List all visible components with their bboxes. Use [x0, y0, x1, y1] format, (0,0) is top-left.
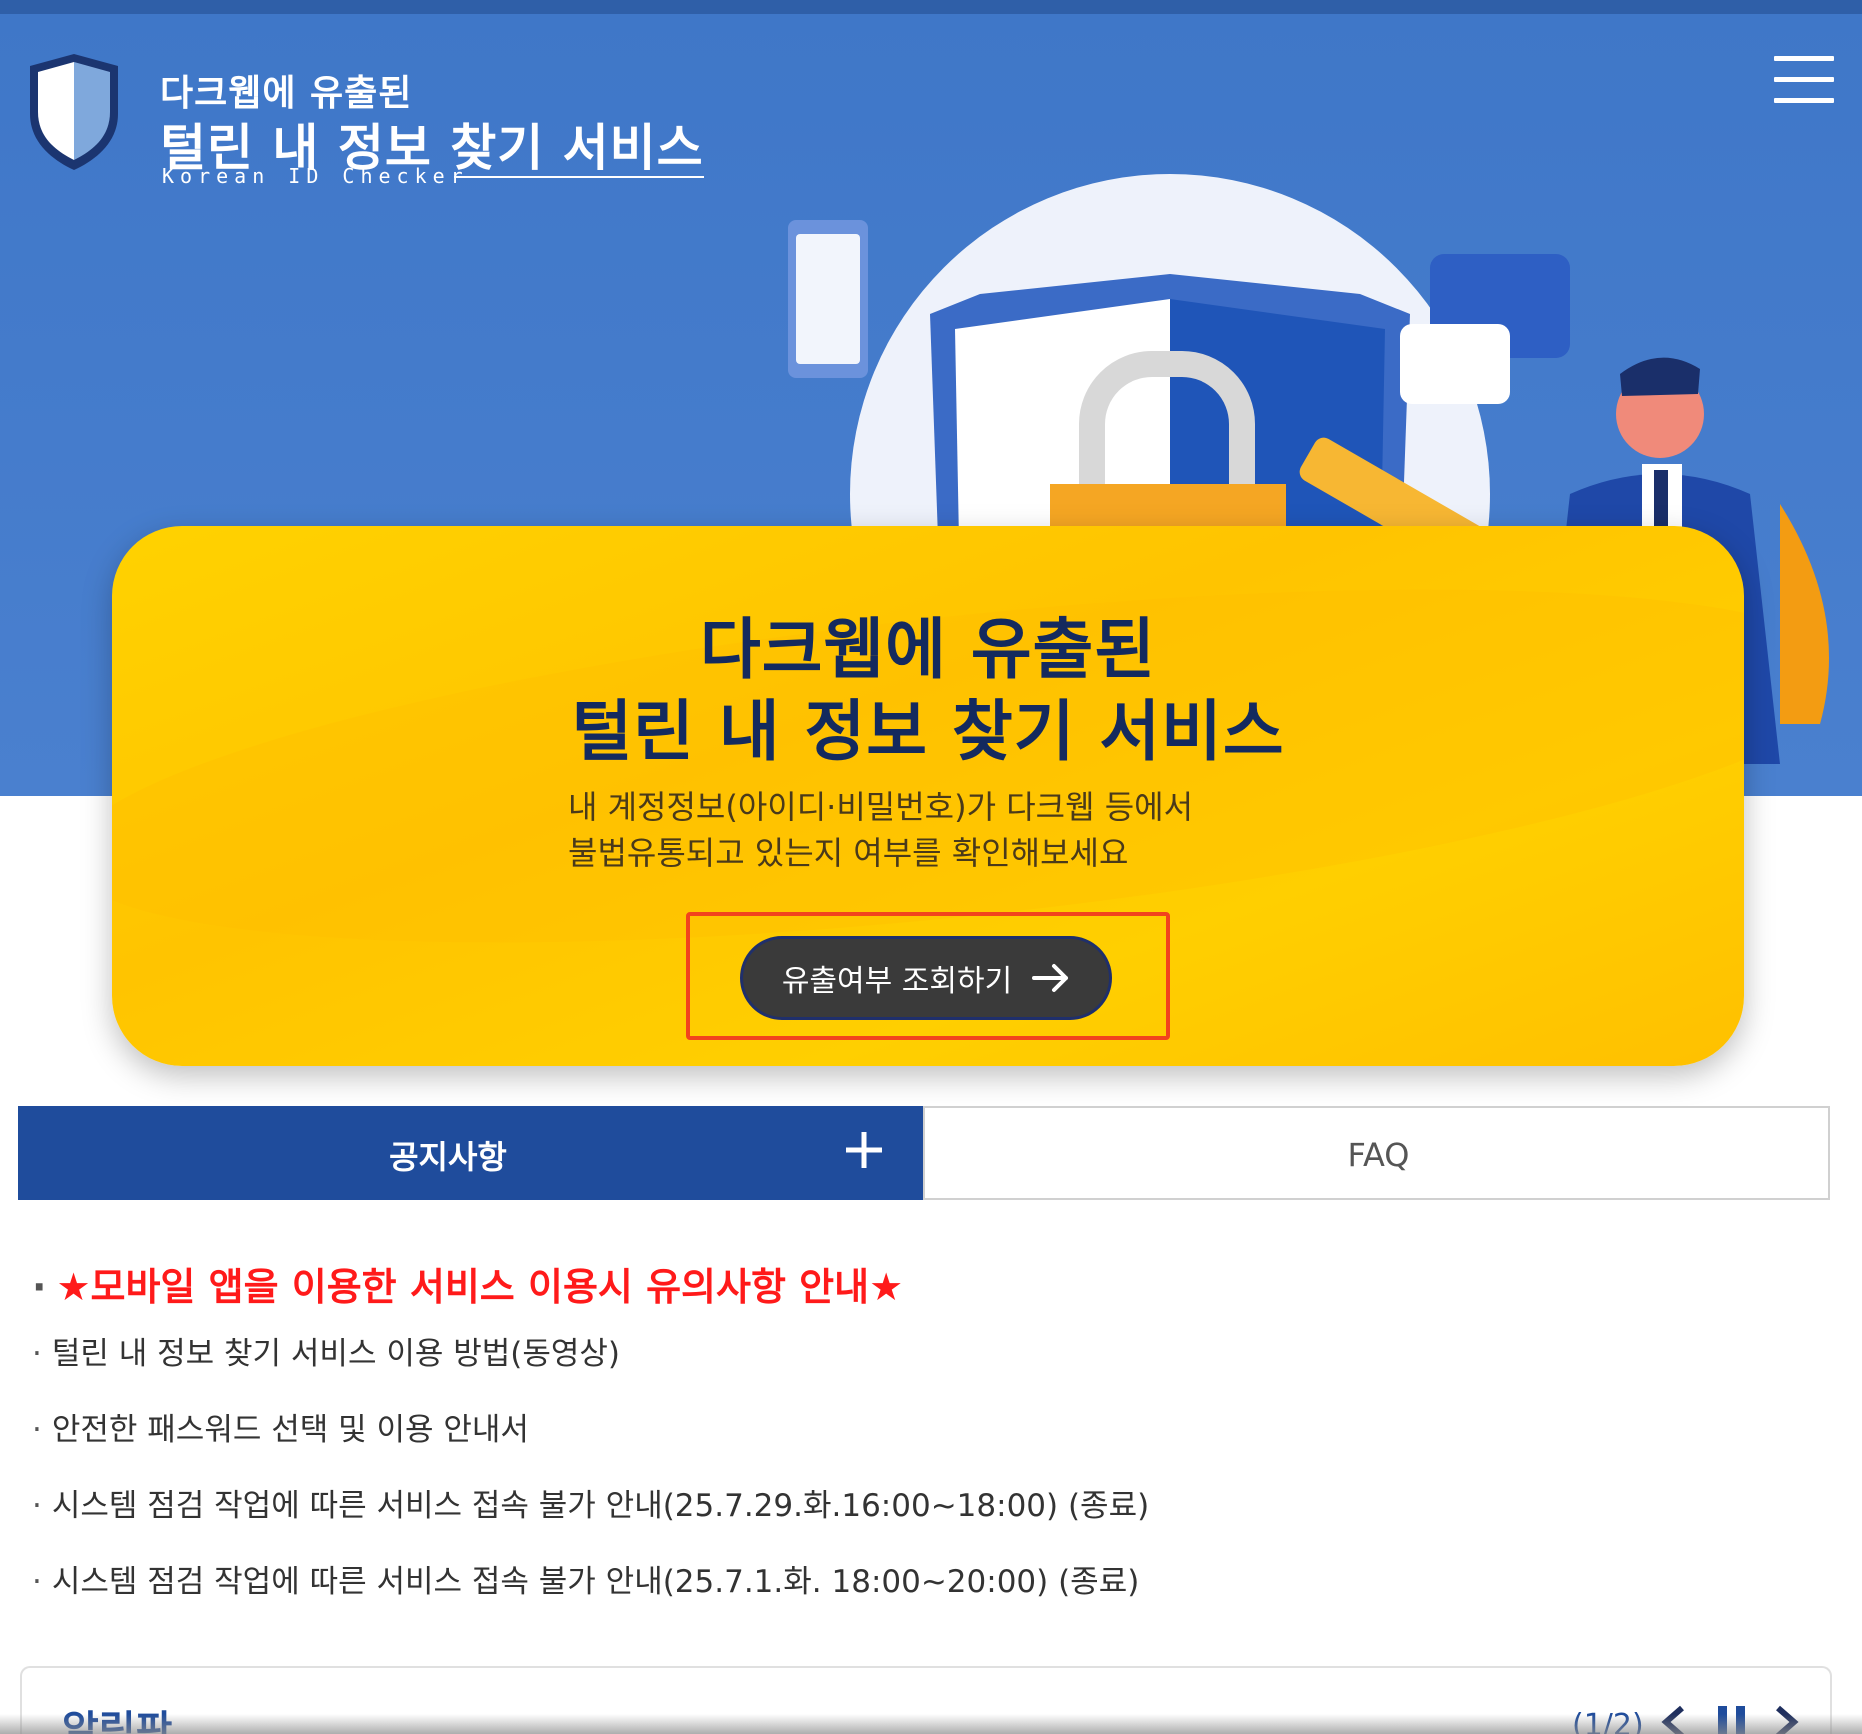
check-leak-button[interactable]: 유출여부 조회하기 — [740, 936, 1112, 1020]
tab-faq-label: FAQ — [1347, 1136, 1410, 1174]
logo-divider — [454, 176, 704, 178]
arrow-right-icon — [1032, 964, 1069, 992]
plus-icon[interactable] — [844, 1130, 884, 1170]
site-logo[interactable]: 다크웹에 유출된 털린 내 정보 찾기 서비스 Korean ID Checke… — [24, 42, 784, 202]
notice-item[interactable]: · ★모바일 앱을 이용한 서비스 이용시 유의사항 안내★ — [32, 1256, 903, 1311]
check-leak-button-label: 유출여부 조회하기 — [781, 964, 1013, 999]
page: 다크웹에 유출된 털린 내 정보 찾기 서비스 Korean ID Checke… — [0, 0, 1862, 1734]
notice-item[interactable]: · 안전한 패스워드 선택 및 이용 안내서 — [32, 1404, 529, 1449]
notice-item[interactable]: · 시스템 점검 작업에 따른 서비스 접속 불가 안내(25.7.1.화. 18… — [32, 1556, 1139, 1601]
notice-item[interactable]: · 털린 내 정보 찾기 서비스 이용 방법(동영상) — [32, 1328, 620, 1373]
tab-faq[interactable]: FAQ — [923, 1106, 1830, 1200]
logo-subtitle: Korean ID Checker — [162, 164, 469, 188]
shield-icon — [30, 54, 118, 170]
tab-notice[interactable]: 공지사항 — [18, 1106, 923, 1200]
hero-description-line2: 불법유통되고 있는지 여부를 확인해보세요 — [568, 834, 1129, 872]
bottom-shadow — [0, 1714, 1862, 1734]
hero-title-line2: 털린 내 정보 찾기 서비스 — [571, 693, 1285, 770]
tab-notice-label: 공지사항 — [389, 1138, 507, 1176]
notice-item[interactable]: · 시스템 점검 작업에 따른 서비스 접속 불가 안내(25.7.29.화.16… — [32, 1480, 1149, 1525]
hamburger-menu-icon[interactable] — [1774, 56, 1834, 104]
hero-description-line1: 내 계정정보(아이디·비밀번호)가 다크웹 등에서 — [568, 788, 1194, 826]
